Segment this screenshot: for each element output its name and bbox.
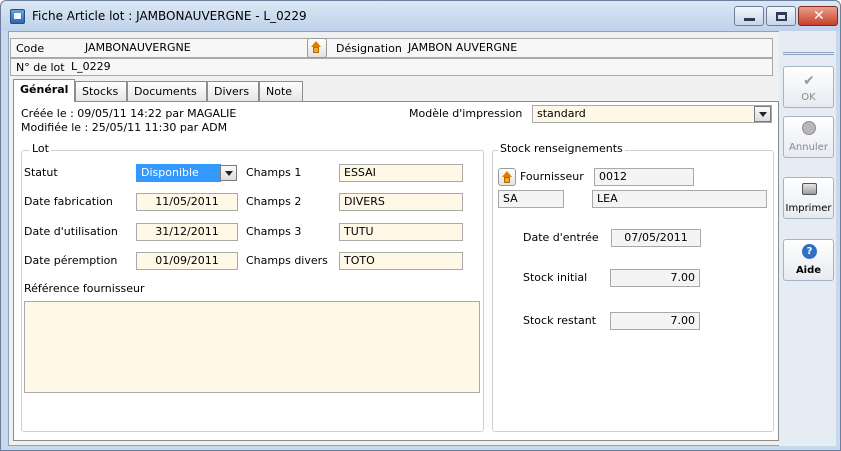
modified-info: Modifiée le : 25/05/11 11:30 par ADM	[21, 121, 228, 134]
maximize-icon	[776, 12, 787, 21]
stock-restant-label: Stock restant	[523, 314, 597, 327]
minimize-icon	[744, 18, 755, 21]
date-fabrication-field[interactable]: 11/05/2011	[136, 193, 238, 211]
code-label: Code	[16, 42, 45, 55]
statut-select[interactable]: Disponible	[136, 164, 221, 182]
print-model-dropdown-button[interactable]	[754, 106, 771, 122]
fournisseur-name-field: LEA	[592, 190, 767, 208]
check-icon: ✔	[803, 73, 815, 89]
tab-bar: Général Stocks Documents Divers Note	[13, 79, 413, 102]
maximize-button[interactable]	[766, 6, 796, 26]
designation-field[interactable]: JAMBON AUVERGNE	[404, 40, 769, 58]
champs-divers-label: Champs divers	[246, 254, 328, 267]
date-entree-label: Date d'entrée	[523, 231, 599, 244]
window-title: Fiche Article lot : JAMBONAUVERGNE - L_0…	[32, 9, 307, 23]
fournisseur-label: Fournisseur	[520, 170, 584, 183]
side-toolbar: ✔ OK Annuler Imprimer ? Aide	[779, 31, 836, 446]
window-frame: Fiche Article lot : JAMBONAUVERGNE - L_0…	[0, 0, 841, 451]
date-utilisation-field[interactable]: 31/12/2011	[136, 223, 238, 241]
code-lookup-button[interactable]	[307, 38, 327, 58]
designation-label: Désignation	[336, 42, 402, 55]
champs3-label: Champs 3	[246, 225, 302, 238]
champs2-field[interactable]: DIVERS	[339, 193, 463, 211]
close-button[interactable]: ✕	[798, 6, 838, 26]
tab-divers[interactable]: Divers	[207, 81, 259, 101]
statut-dropdown-button[interactable]	[220, 165, 237, 181]
stock-initial-field: 7.00	[610, 269, 700, 287]
fournisseur-lookup-button[interactable]	[498, 168, 516, 186]
date-peremption-field[interactable]: 01/09/2011	[136, 252, 238, 270]
app-icon	[10, 9, 25, 24]
annuler-button[interactable]: Annuler	[783, 116, 834, 158]
minimize-button[interactable]	[734, 6, 764, 26]
champs3-field[interactable]: TUTU	[339, 223, 463, 241]
print-model-label: Modèle d'impression	[409, 107, 523, 120]
lot-field[interactable]: L_0229	[67, 59, 267, 77]
code-field[interactable]: JAMBONAUVERGNE	[81, 40, 301, 58]
reference-fournisseur-field[interactable]	[24, 301, 480, 393]
champs1-label: Champs 1	[246, 166, 302, 179]
fournisseur-code-field[interactable]: 0012	[594, 168, 694, 186]
champs1-field[interactable]: ESSAI	[339, 164, 463, 182]
title-bar[interactable]: Fiche Article lot : JAMBONAUVERGNE - L_0…	[1, 1, 840, 31]
tab-general[interactable]: Général	[13, 79, 75, 102]
cancel-icon	[802, 121, 816, 135]
stock-initial-label: Stock initial	[523, 271, 588, 284]
date-entree-field[interactable]: 07/05/2011	[611, 229, 701, 247]
date-fabrication-label: Date fabrication	[24, 195, 113, 208]
tab-documents[interactable]: Documents	[127, 81, 207, 101]
tab-content-general: Créée le : 09/05/11 14:22 par MAGALIE Mo…	[13, 101, 779, 441]
date-utilisation-label: Date d'utilisation	[24, 225, 118, 238]
date-peremption-label: Date péremption	[24, 254, 118, 267]
tab-stocks[interactable]: Stocks	[75, 81, 127, 101]
stock-restant-field: 7.00	[610, 312, 700, 330]
printer-icon	[802, 183, 817, 195]
fournisseur-sa-field: SA	[498, 190, 564, 208]
aide-button[interactable]: ? Aide	[783, 239, 834, 281]
reference-fournisseur-label: Référence fournisseur	[24, 282, 145, 295]
help-icon: ?	[802, 244, 817, 259]
stock-group-title: Stock renseignements	[498, 142, 625, 155]
champs-divers-field[interactable]: TOTO	[339, 252, 463, 270]
statut-label: Statut	[24, 166, 58, 179]
lot-group-title: Lot	[30, 142, 51, 155]
champs2-label: Champs 2	[246, 195, 302, 208]
created-info: Créée le : 09/05/11 14:22 par MAGALIE	[21, 107, 237, 120]
close-icon: ✕	[813, 8, 825, 24]
print-model-select[interactable]: standard	[532, 105, 772, 123]
lot-label: N° de lot	[16, 61, 65, 74]
ok-button[interactable]: ✔ OK	[783, 66, 834, 108]
client-area: Code JAMBONAUVERGNE Désignation JAMBON A…	[8, 31, 835, 446]
tab-note[interactable]: Note	[259, 81, 303, 101]
imprimer-button[interactable]: Imprimer	[783, 177, 834, 219]
toolbar-divider	[783, 52, 834, 55]
